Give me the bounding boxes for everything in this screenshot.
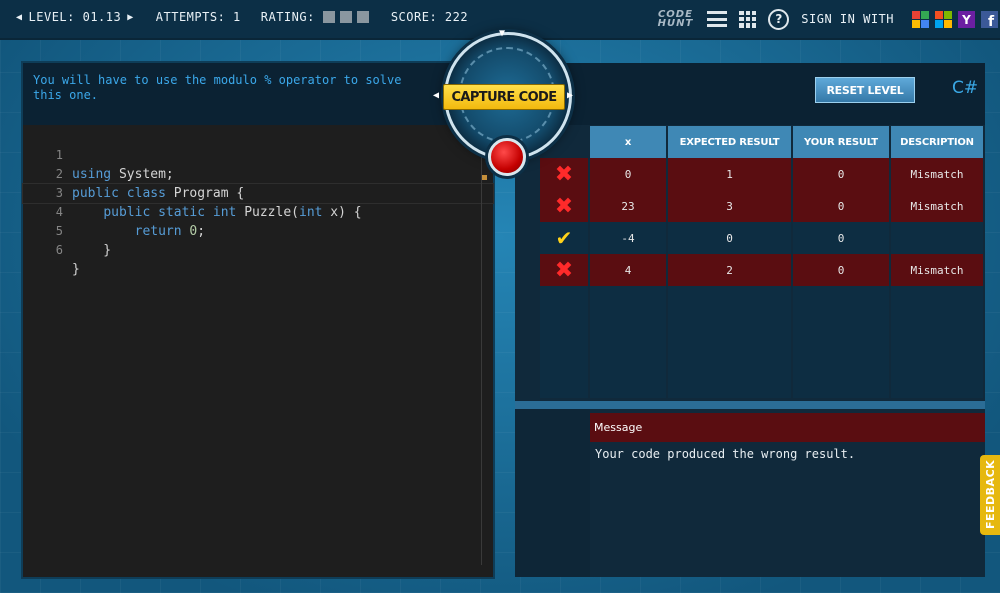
logo-line-2: HUNT (657, 18, 694, 29)
code-line-active[interactable]: 4 return 0; (22, 183, 494, 239)
code-text[interactable]: } (72, 241, 111, 260)
code-line[interactable]: 6 } (23, 222, 493, 277)
table-row: ✖ 23 3 0 Mismatch (540, 190, 985, 222)
line-number: 6 (55, 243, 63, 257)
col-header-yours: YOUR RESULT (793, 126, 891, 158)
cell-description: Mismatch (891, 190, 985, 222)
scroll-marker (482, 175, 487, 180)
cell-expected: 3 (668, 190, 793, 222)
rating-square-3 (356, 11, 369, 23)
dial-arrow-top-icon: ▼ (499, 28, 506, 39)
fail-icon: ✖ (540, 190, 590, 222)
dial-arrow-left-icon: ◀ (433, 90, 440, 101)
score-label: SCORE: 222 (390, 10, 469, 24)
cell-description (891, 222, 985, 254)
cell-x: 0 (590, 158, 668, 190)
language-label[interactable]: C# (952, 78, 978, 98)
code-line[interactable]: 5 } (23, 203, 493, 258)
fail-icon: ✖ (540, 254, 590, 286)
yahoo-icon[interactable]: Y (958, 10, 975, 28)
prev-level-icon[interactable]: ◀ (16, 12, 23, 23)
cell-x: 4 (590, 254, 668, 286)
col-header-x: x (590, 126, 668, 158)
table-row: ✔ -4 0 0 (540, 222, 985, 254)
table-row: ✖ 0 1 0 Mismatch (540, 158, 985, 190)
cell-yours: 0 (793, 158, 891, 190)
apps-grid-icon[interactable] (739, 10, 757, 28)
message-gutter (515, 409, 590, 577)
message-header: Message (590, 413, 985, 442)
code-line[interactable]: 3 public static int Puzzle(int x) { (23, 165, 493, 220)
hint-banner: You will have to use the modulo % operat… (23, 63, 493, 125)
cell-yours: 0 (793, 222, 891, 254)
table-empty-area (540, 286, 985, 398)
sign-in-label: SIGN IN WITH (801, 12, 894, 26)
results-table: x EXPECTED RESULT YOUR RESULT DESCRIPTIO… (540, 126, 985, 398)
rating-label: RATING: (260, 10, 315, 24)
table-header: x EXPECTED RESULT YOUR RESULT DESCRIPTIO… (540, 126, 985, 158)
code-line[interactable]: 2 public class Program { (23, 146, 493, 201)
col-header-expected: EXPECTED RESULT (668, 126, 793, 158)
message-text: Your code produced the wrong result. (595, 447, 856, 461)
cell-expected: 0 (668, 222, 793, 254)
code-hunt-logo[interactable]: CODE HUNT (657, 10, 694, 29)
table-row: ✖ 4 2 0 Mismatch (540, 254, 985, 286)
capture-red-button[interactable] (488, 138, 526, 176)
cell-x: -4 (590, 222, 668, 254)
level-label: LEVEL: 01.13 (28, 10, 122, 24)
feedback-tab[interactable]: FEEDBACK (980, 455, 1000, 535)
fail-icon: ✖ (540, 158, 590, 190)
editor-scrollbar-track[interactable] (481, 125, 482, 565)
cell-expected: 2 (668, 254, 793, 286)
capture-code-button[interactable]: CAPTURE CODE (443, 84, 565, 110)
microsoft-icon[interactable] (935, 10, 952, 28)
cell-description: Mismatch (891, 158, 985, 190)
help-icon[interactable]: ? (768, 8, 790, 30)
menu-icon[interactable] (707, 11, 728, 27)
attempts-label: ATTEMPTS: 1 (155, 10, 241, 24)
facebook-icon[interactable]: f (981, 10, 998, 28)
feedback-label: FEEDBACK (984, 459, 997, 529)
cell-description: Mismatch (891, 254, 985, 286)
col-header-description: DESCRIPTION (891, 126, 985, 158)
top-bar-right: CODE HUNT ? SIGN IN WITH Y f (658, 0, 1000, 38)
svg-text:f: f (988, 14, 995, 28)
cell-expected: 1 (668, 158, 793, 190)
next-level-icon[interactable]: ▶ (127, 12, 134, 23)
code-text[interactable]: } (72, 260, 80, 279)
code-editor[interactable]: 1 using System; 2 public class Program {… (22, 125, 494, 577)
cell-yours: 0 (793, 190, 891, 222)
level-stats: ◀ LEVEL: 01.13 ▶ ATTEMPTS: 1 RATING: SCO… (10, 0, 468, 34)
hint-text: You will have to use the modulo % operat… (33, 73, 402, 102)
code-line[interactable]: 1 using System; (23, 127, 493, 182)
google-icon[interactable] (912, 10, 929, 28)
cell-x: 23 (590, 190, 668, 222)
dial-arrow-right-icon: ▶ (567, 90, 574, 101)
rating-square-2 (339, 11, 352, 23)
panel-divider[interactable] (515, 401, 985, 409)
cell-yours: 0 (793, 254, 891, 286)
rating-square-1 (322, 11, 335, 23)
pass-check-icon: ✔ (540, 222, 590, 254)
reset-level-button[interactable]: RESET LEVEL (815, 77, 915, 103)
svg-text:Y: Y (961, 13, 971, 27)
